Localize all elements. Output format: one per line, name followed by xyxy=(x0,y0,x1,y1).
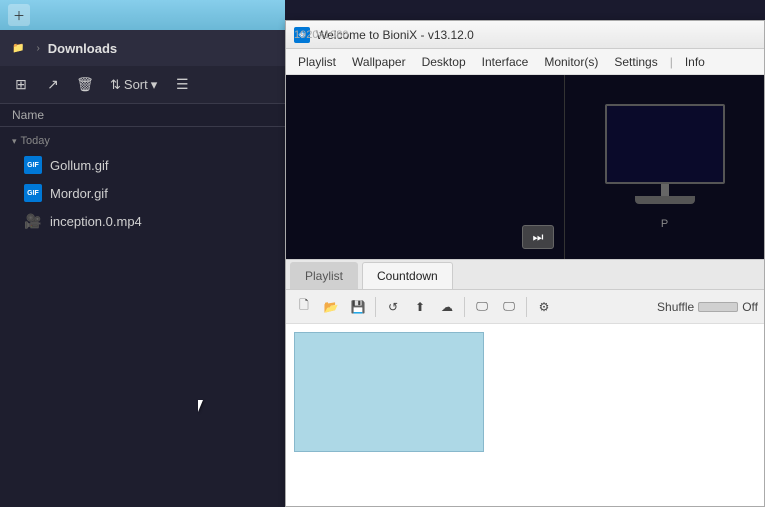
monitor-display xyxy=(605,104,725,204)
menu-interface[interactable]: Interface xyxy=(474,51,537,73)
bionix-titlebar: ◈ Welcome to BioniX - v13.12.0 xyxy=(286,21,764,49)
view-toggle-button[interactable]: ⊞ xyxy=(8,72,34,98)
preview-left-panel: ⏭ xyxy=(286,75,564,259)
monitor-view2-button[interactable]: 🖵 xyxy=(497,295,521,319)
file-name-gollum: Gollum.gif xyxy=(50,158,109,173)
preview-right-panel: 1920x1080 P xyxy=(564,75,764,259)
new-tab-button[interactable]: ＋ xyxy=(8,4,30,26)
refresh-button[interactable]: ↺ xyxy=(381,295,405,319)
save-button[interactable]: 💾 xyxy=(346,295,370,319)
gif-file-icon: GIF xyxy=(24,156,42,174)
monitor-view-button[interactable]: 🖵 xyxy=(470,295,494,319)
bionix-window-title: Welcome to BioniX - v13.12.0 xyxy=(316,28,756,42)
toolbar-separator-1 xyxy=(375,297,376,317)
current-folder-title: Downloads xyxy=(48,41,277,56)
file-list: ▾ Today GIF Gollum.gif GIF Mordor.gif 🎥 … xyxy=(0,127,285,507)
resolution-text: 1920x1080 xyxy=(294,29,348,41)
monitor-label: P xyxy=(661,218,668,230)
bionix-menubar: Playlist Wallpaper Desktop Interface Mon… xyxy=(286,49,764,75)
menu-playlist[interactable]: Playlist xyxy=(290,51,344,73)
upload-button[interactable]: ⬆ xyxy=(408,295,432,319)
menu-desktop[interactable]: Desktop xyxy=(414,51,474,73)
preview-area: ⏭ 1920x1080 P xyxy=(286,75,764,260)
section-chevron-icon: ▾ xyxy=(12,136,17,147)
menu-wallpaper[interactable]: Wallpaper xyxy=(344,51,414,73)
playlist-content-area xyxy=(286,324,764,506)
nav-folder-icon: 📁 xyxy=(8,41,28,56)
file-item-gollum[interactable]: GIF Gollum.gif xyxy=(0,151,285,179)
monitor-stand-base xyxy=(635,196,695,204)
more-options-button[interactable]: ☰ xyxy=(169,72,195,98)
section-today-label: Today xyxy=(21,135,50,147)
gif-file-icon-2: GIF xyxy=(24,184,42,202)
play-next-button[interactable]: ⏭ xyxy=(522,225,554,249)
nav-chevron-icon: › xyxy=(32,41,43,56)
new-item-button[interactable]: 🗋 xyxy=(292,295,316,319)
file-name-inception: inception.0.mp4 xyxy=(50,214,142,229)
file-item-mordor[interactable]: GIF Mordor.gif xyxy=(0,179,285,207)
menu-settings[interactable]: Settings xyxy=(606,51,665,73)
menu-info[interactable]: Info xyxy=(677,51,713,73)
shuffle-toggle[interactable] xyxy=(698,302,738,312)
playlist-item-1[interactable] xyxy=(294,332,484,452)
taskbar: ＋ xyxy=(0,0,285,30)
section-today: ▾ Today xyxy=(0,127,285,151)
sort-arrows-icon: ⇅ xyxy=(110,77,121,93)
tabs-row: Playlist Countdown xyxy=(286,260,764,290)
mp4-file-icon: 🎥 xyxy=(24,212,42,230)
playlist-toolbar: 🗋 📂 💾 ↺ ⬆ ☁ 🖵 🖵 ⚙ Shuffle Off xyxy=(286,290,764,324)
cloud-button[interactable]: ☁ xyxy=(435,295,459,319)
menu-separator: | xyxy=(666,55,677,69)
tab-countdown[interactable]: Countdown xyxy=(362,262,453,289)
file-explorer-panel: ＋ 📁 › Downloads ⊞ ↗ 🗑 ⇅ Sort ▾ ☰ Name ▾ … xyxy=(0,0,285,507)
sort-dropdown-icon: ▾ xyxy=(151,77,158,93)
shuffle-area: Shuffle Off xyxy=(657,300,758,314)
menu-monitors[interactable]: Monitor(s) xyxy=(536,51,606,73)
bionix-window: ◈ Welcome to BioniX - v13.12.0 Playlist … xyxy=(285,20,765,507)
tab-playlist[interactable]: Playlist xyxy=(290,262,358,289)
sort-label: Sort xyxy=(124,77,148,92)
column-header-name: Name xyxy=(0,104,285,127)
monitor-screen xyxy=(605,104,725,184)
settings-tools-button[interactable]: ⚙ xyxy=(532,295,556,319)
monitor-stand-neck xyxy=(661,184,669,196)
shuffle-state: Off xyxy=(742,300,758,314)
file-name-mordor: Mordor.gif xyxy=(50,186,108,201)
delete-button[interactable]: 🗑 xyxy=(72,72,98,98)
sort-button[interactable]: ⇅ Sort ▾ xyxy=(104,75,163,95)
toolbar-separator-2 xyxy=(464,297,465,317)
nav-row: 📁 › Downloads xyxy=(0,30,285,66)
share-button[interactable]: ↗ xyxy=(40,72,66,98)
shuffle-label: Shuffle xyxy=(657,300,694,314)
open-folder-button[interactable]: 📂 xyxy=(319,295,343,319)
file-item-inception[interactable]: 🎥 inception.0.mp4 xyxy=(0,207,285,235)
toolbar-separator-3 xyxy=(526,297,527,317)
file-toolbar: ⊞ ↗ 🗑 ⇅ Sort ▾ ☰ xyxy=(0,66,285,104)
